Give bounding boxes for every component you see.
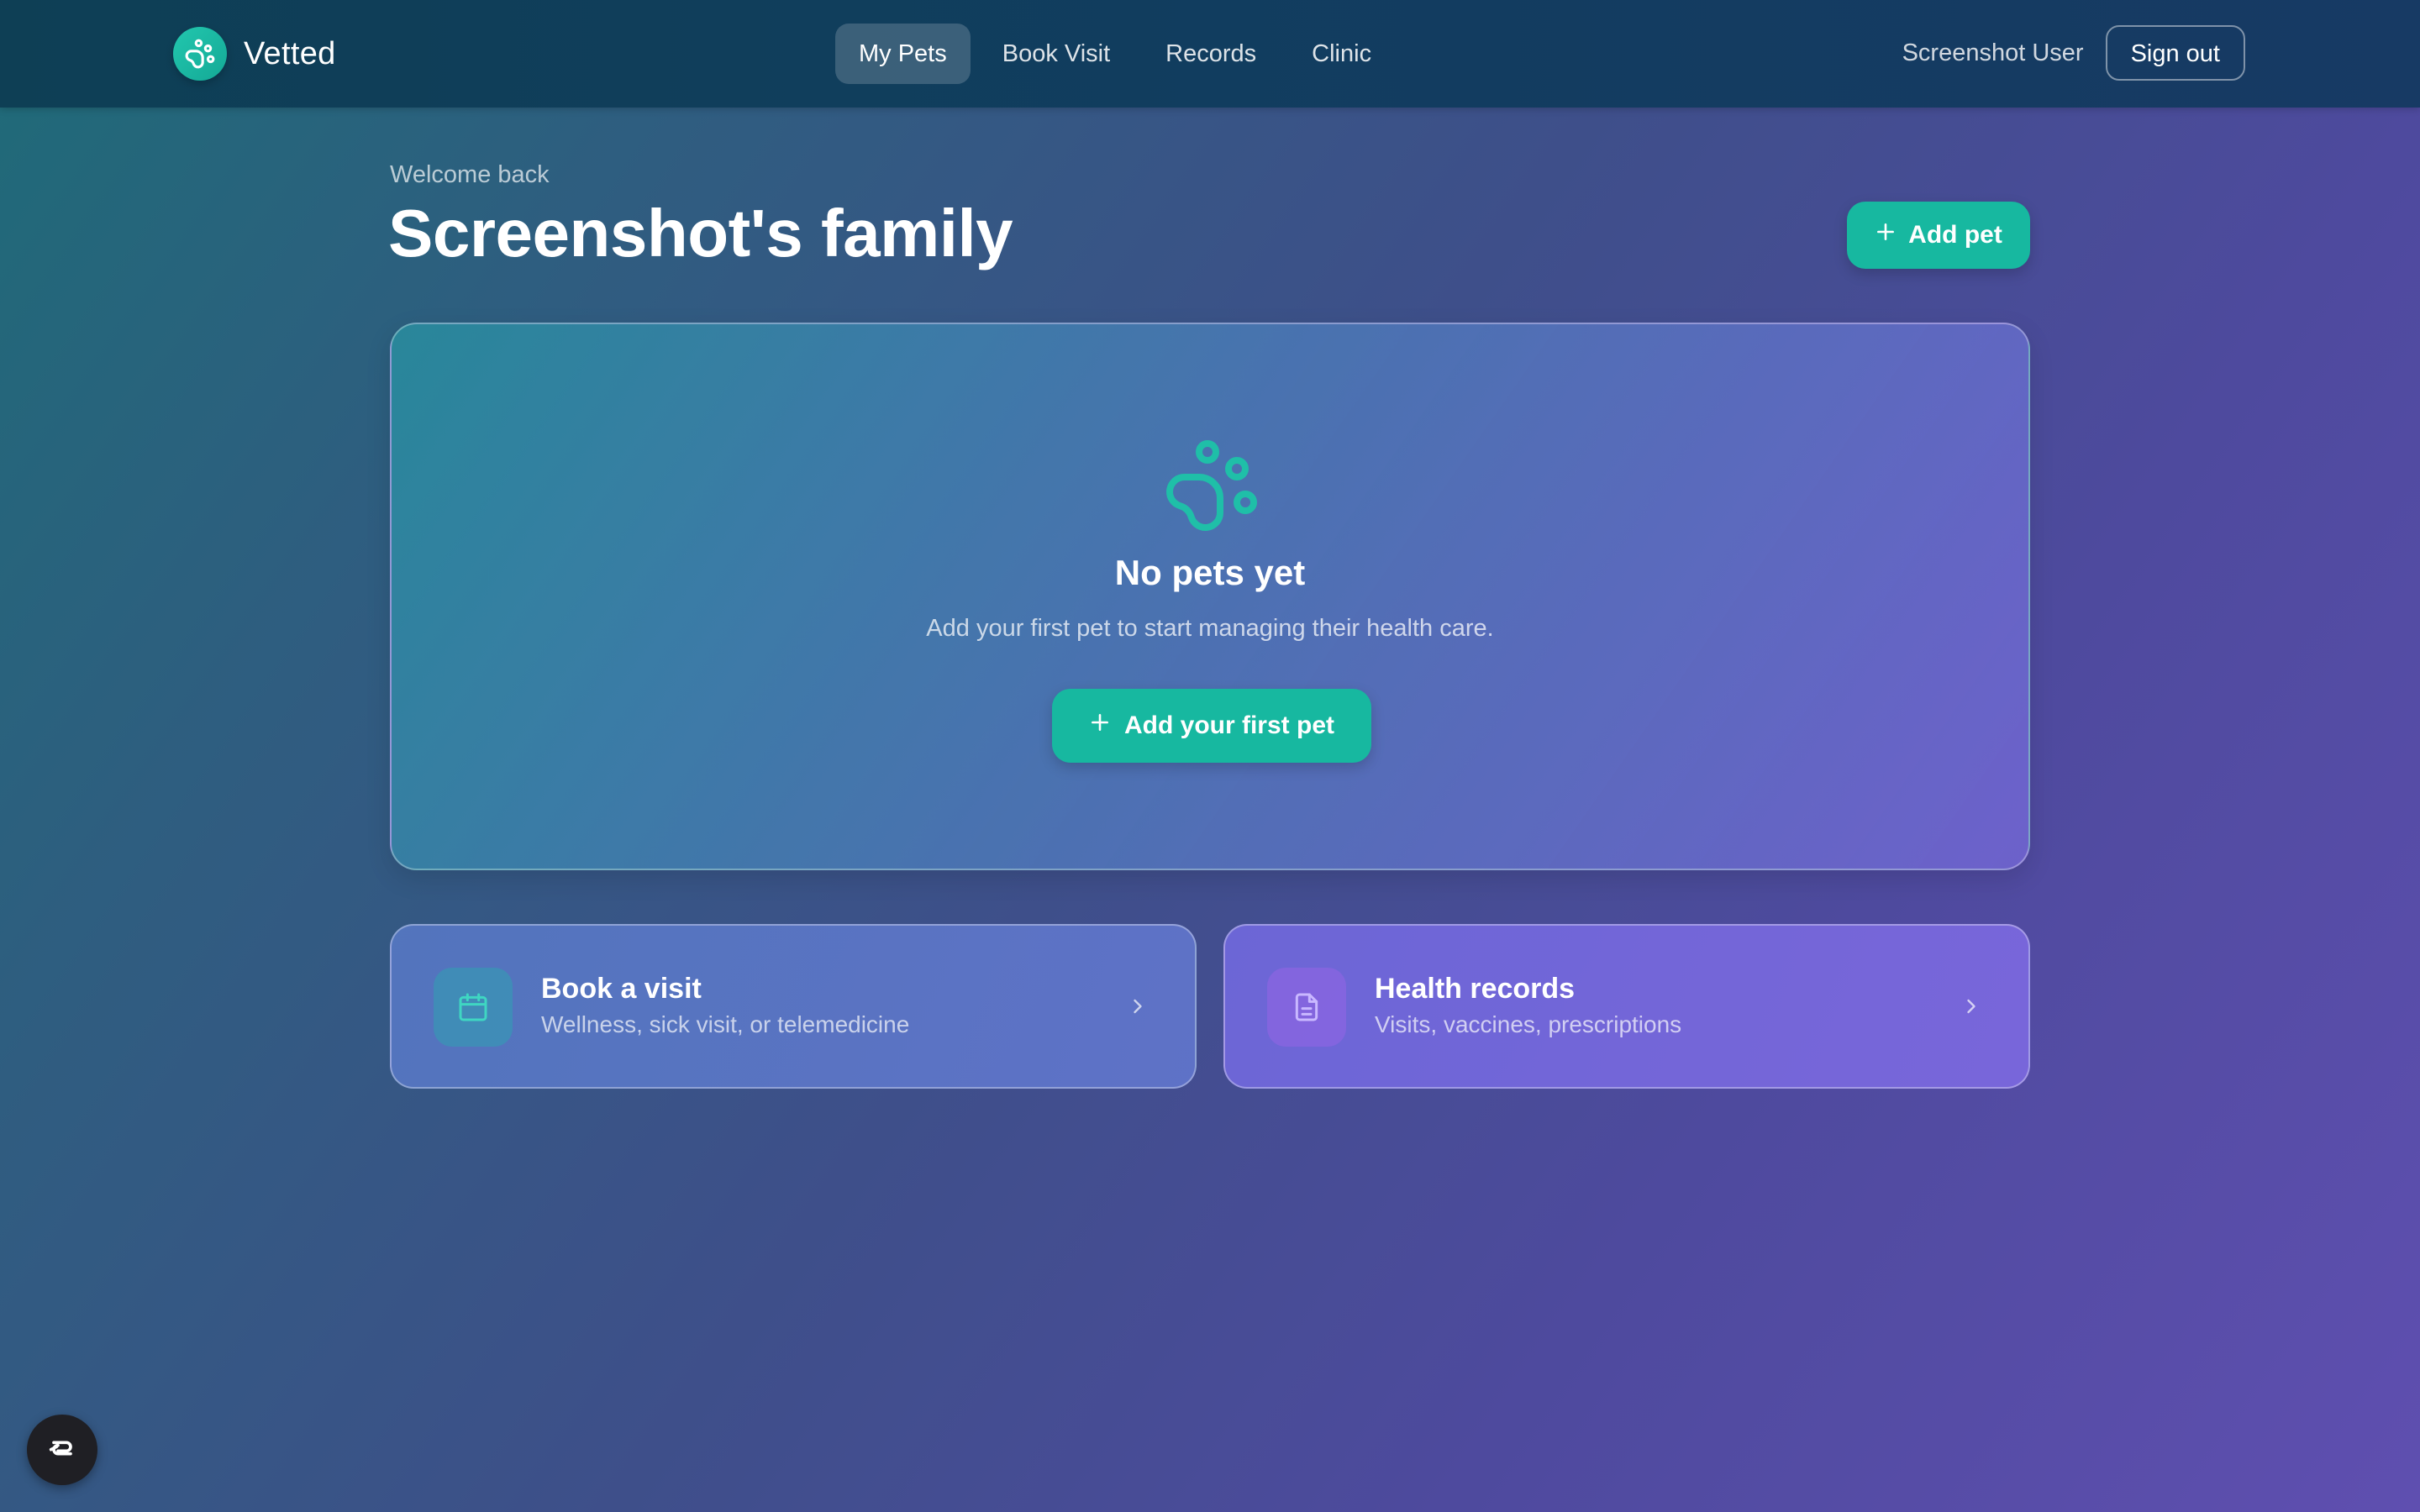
- assistant-button[interactable]: [27, 1415, 97, 1485]
- page-title: Screenshot's family: [388, 196, 1013, 270]
- chevron-right-icon: [1126, 995, 1150, 1018]
- card-title: Health records: [1375, 973, 1576, 1005]
- nav-item-my-pets[interactable]: My Pets: [835, 24, 971, 84]
- health-records-card[interactable]: Health records Visits, vaccines, prescri…: [1223, 924, 2030, 1089]
- user-area: Screenshot User Sign out: [1902, 24, 2245, 82]
- page: Vetted My Pets Book Visit Records Clinic…: [0, 0, 2420, 1512]
- main-nav: My Pets Book Visit Records Clinic: [835, 24, 1395, 84]
- sign-out-button[interactable]: Sign out: [2105, 25, 2245, 81]
- nav-item-book-visit[interactable]: Book Visit: [979, 24, 1134, 84]
- chevron-right-icon: [1960, 995, 1983, 1018]
- plus-icon: [1089, 711, 1111, 740]
- card-subtitle: Visits, vaccines, prescriptions: [1375, 1011, 1682, 1037]
- add-pet-button[interactable]: Add pet: [1847, 202, 2030, 269]
- document-icon: [1267, 968, 1346, 1047]
- empty-state-subtitle: Add your first pet to start managing the…: [926, 615, 1494, 642]
- brand[interactable]: Vetted: [173, 27, 336, 81]
- add-first-pet-button[interactable]: Add your first pet: [1052, 689, 1371, 763]
- top-bar: Vetted My Pets Book Visit Records Clinic…: [0, 0, 2420, 108]
- paw-icon: [173, 27, 227, 81]
- welcome-text: Welcome back: [390, 161, 550, 188]
- card-title: Book a visit: [541, 973, 702, 1005]
- nav-item-clinic[interactable]: Clinic: [1288, 24, 1395, 84]
- add-pet-label: Add pet: [1908, 221, 2002, 249]
- paw-icon: [1161, 435, 1262, 536]
- empty-state-panel: No pets yet Add your first pet to start …: [390, 323, 2030, 870]
- calendar-icon: [434, 968, 513, 1047]
- empty-state-title: No pets yet: [1114, 553, 1306, 592]
- brand-name: Vetted: [244, 35, 336, 71]
- user-name: Screenshot User: [1902, 39, 2084, 66]
- add-first-pet-label: Add your first pet: [1123, 711, 1334, 739]
- card-subtitle: Wellness, sick visit, or telemedicine: [541, 1011, 910, 1037]
- plus-icon: [1875, 221, 1897, 249]
- nav-item-records[interactable]: Records: [1142, 24, 1280, 84]
- book-visit-card[interactable]: Book a visit Wellness, sick visit, or te…: [390, 924, 1197, 1089]
- assistant-icon: [45, 1431, 79, 1469]
